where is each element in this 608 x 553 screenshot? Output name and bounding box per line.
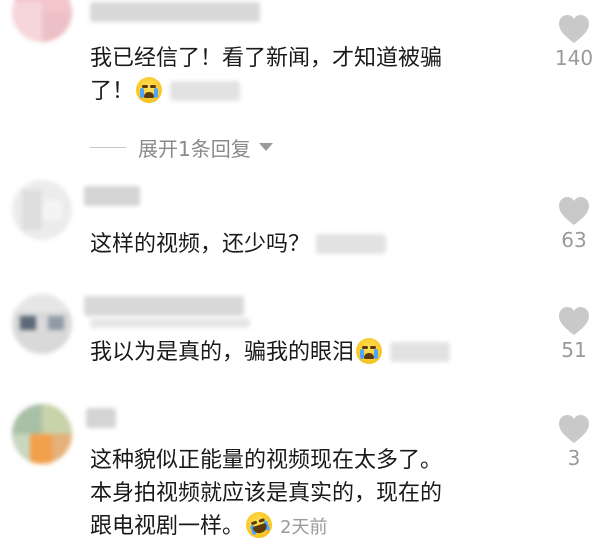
like-button[interactable]: 51 — [548, 306, 600, 362]
like-count: 140 — [554, 46, 594, 70]
comment-text: 这样的视频，还少吗？ — [90, 228, 530, 261]
expand-replies-button[interactable]: 展开1条回复 — [90, 134, 273, 161]
username-mention — [390, 342, 451, 362]
heart-icon — [559, 415, 589, 443]
like-count: 63 — [561, 228, 587, 252]
avatar[interactable] — [12, 0, 72, 42]
heart-icon — [559, 197, 589, 225]
crying-emoji — [136, 77, 163, 103]
username[interactable] — [90, 2, 260, 22]
avatar[interactable] — [12, 294, 72, 354]
timestamp: 2天前 — [280, 517, 328, 538]
like-count: 51 — [561, 338, 587, 362]
like-count: 3 — [567, 446, 581, 470]
crying-emoji — [356, 338, 383, 364]
like-button[interactable]: 3 — [548, 414, 600, 470]
heart-icon — [559, 307, 589, 335]
chevron-down-icon — [258, 143, 273, 151]
avatar[interactable] — [12, 404, 72, 464]
username[interactable] — [84, 296, 244, 316]
like-button[interactable]: 63 — [548, 196, 600, 252]
username-secondary — [90, 318, 250, 328]
like-button[interactable]: 140 — [548, 14, 600, 70]
heart-icon — [559, 15, 589, 43]
comment-text: 我已经信了！看了新闻，才知道被骗 了！ — [90, 46, 443, 104]
expand-replies-label: 展开1条回复 — [138, 136, 251, 161]
comment-text: 我以为是真的，骗我的眼泪 — [90, 336, 530, 369]
username-mention — [170, 81, 241, 101]
comment-text: 这种貌似正能量的视频现在太多了。 本身拍视频就应该是真实的，现在的 跟电视剧一样… — [90, 444, 530, 544]
laughing-crying-emoji — [242, 508, 276, 542]
divider — [90, 146, 126, 148]
username[interactable] — [86, 408, 116, 428]
avatar[interactable] — [12, 180, 72, 240]
username[interactable] — [84, 186, 140, 206]
username-mention — [316, 234, 387, 254]
